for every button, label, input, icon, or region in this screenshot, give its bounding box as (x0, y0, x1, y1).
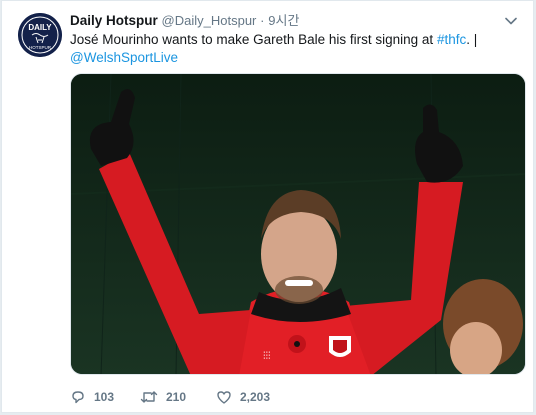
logo-line-2: HOTSPUR (29, 45, 52, 50)
tweet-card[interactable]: DAILY HOTSPUR Daily Hotspur @Daily_Hotsp… (1, 0, 534, 413)
display-name[interactable]: Daily Hotspur (70, 13, 158, 28)
tweet-text-main: José Mourinho wants to make Gareth Bale … (70, 32, 437, 47)
tweet-actions: 103 210 2,203 (70, 387, 296, 407)
tweet-text: José Mourinho wants to make Gareth Bale … (70, 31, 520, 67)
reply-count: 103 (94, 390, 115, 404)
tweet-timestamp[interactable]: 9시간 (268, 13, 299, 28)
retweet-button[interactable]: 210 (140, 389, 216, 405)
like-count: 2,203 (240, 390, 271, 404)
svg-text:⫶⫶⫶: ⫶⫶⫶ (263, 351, 271, 362)
retweet-count: 210 (166, 390, 187, 404)
like-button[interactable]: 2,203 (216, 389, 296, 405)
photo-of-player-thumbs-up-icon: ⫶⫶⫶ (71, 74, 525, 374)
hashtag-link[interactable]: #thfc (437, 32, 466, 47)
mention-link[interactable]: @WelshSportLive (70, 50, 178, 65)
retweet-icon (140, 391, 158, 403)
tweet-text-after-hashtag: . | (466, 32, 478, 47)
chevron-down-icon[interactable] (503, 13, 519, 29)
daily-hotspur-logo: DAILY HOTSPUR (18, 13, 62, 57)
heart-icon (217, 391, 231, 404)
user-handle[interactable]: @Daily_Hotspur (162, 13, 257, 28)
tweet-header: Daily Hotspur @Daily_Hotspur · 9시간 (70, 12, 493, 30)
reply-button[interactable]: 103 (70, 389, 140, 405)
tweet-photo[interactable]: ⫶⫶⫶ (70, 73, 526, 375)
reply-icon (72, 391, 84, 404)
separator-dot: · (260, 13, 265, 28)
avatar[interactable]: DAILY HOTSPUR (18, 13, 62, 57)
logo-line-1: DAILY (28, 23, 52, 32)
